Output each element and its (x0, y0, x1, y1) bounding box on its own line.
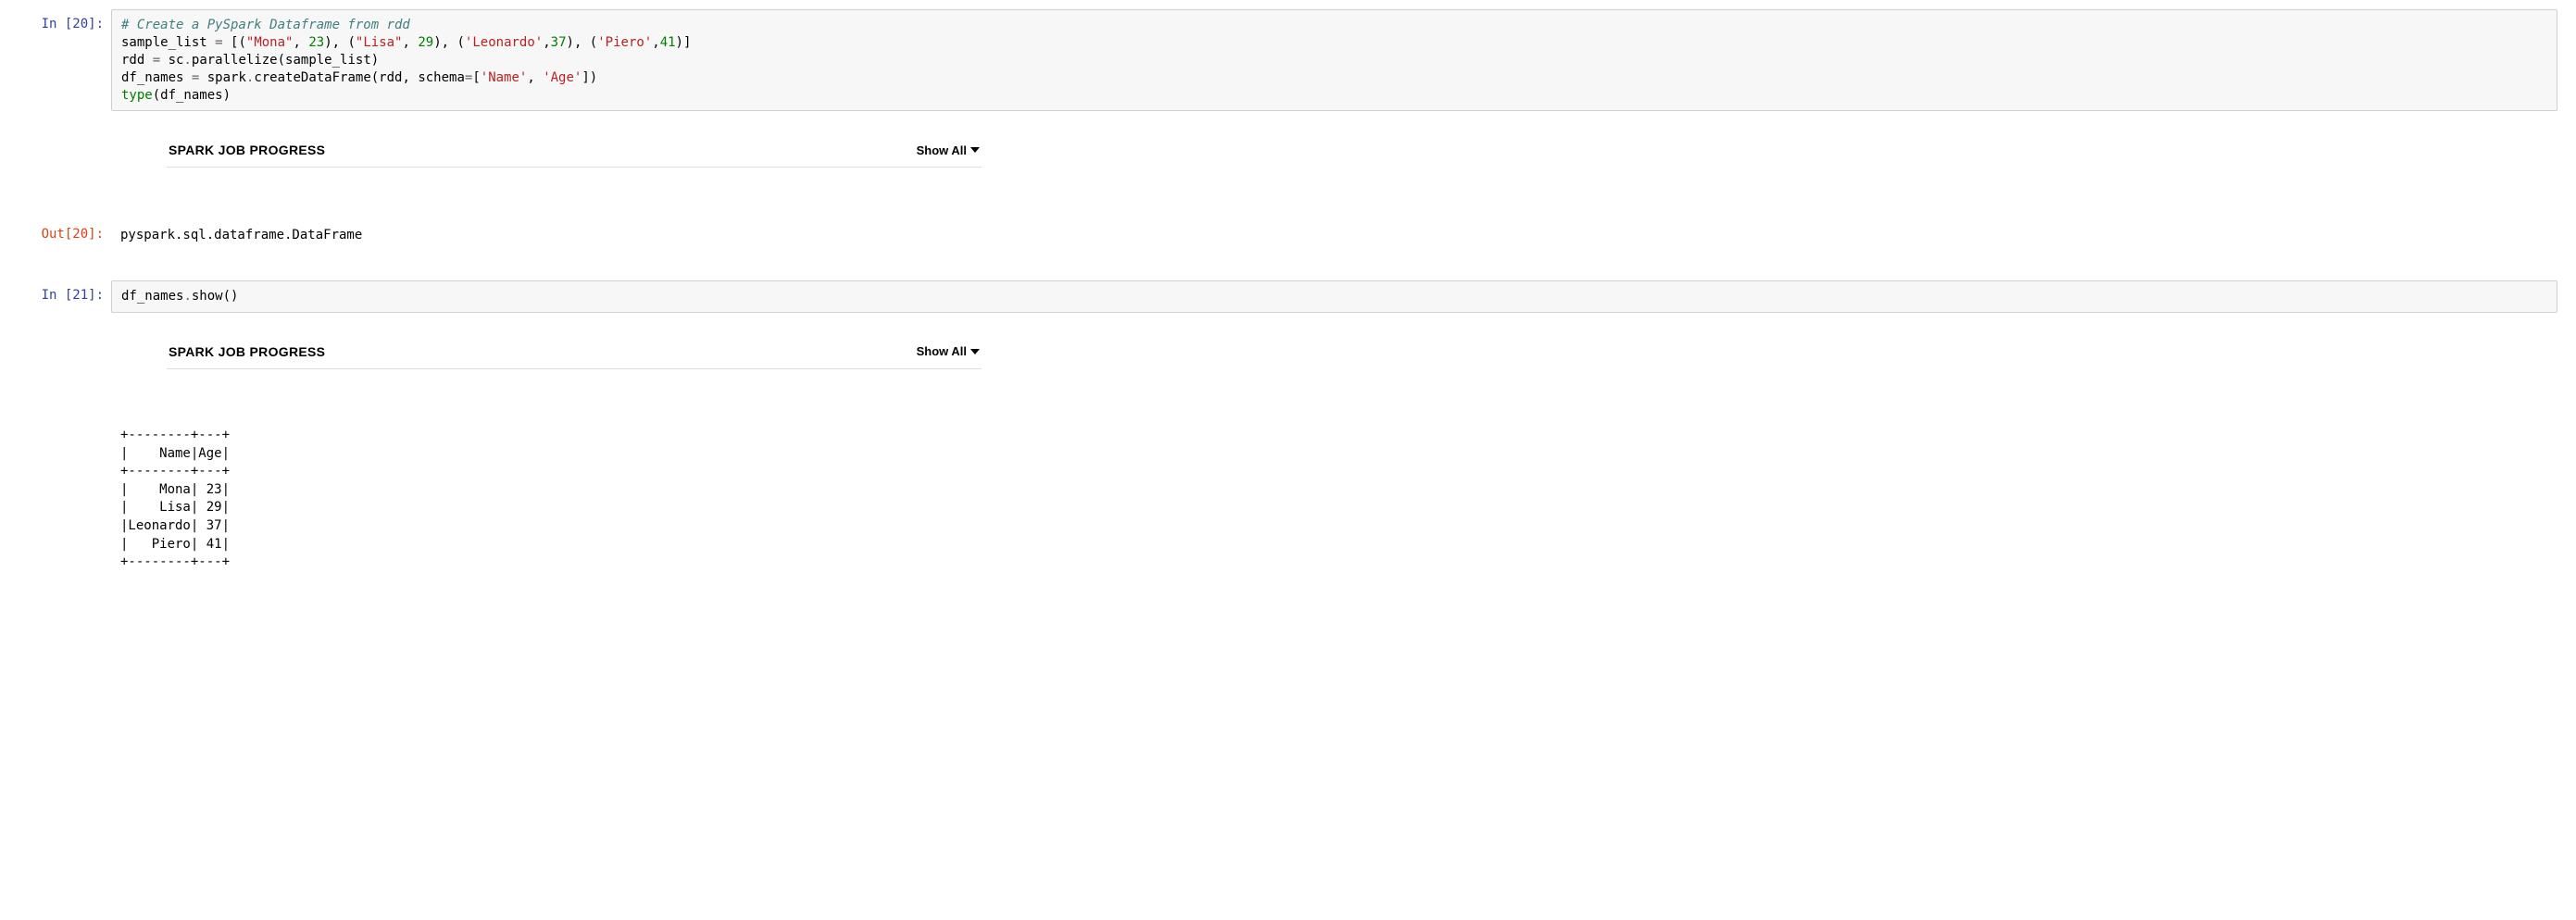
prompt-out-20: Out[20]: (19, 219, 111, 251)
show-all-button[interactable]: Show All (917, 344, 980, 358)
prompt-in-21: In [21]: (19, 280, 111, 313)
show-all-text: Show All (917, 143, 967, 157)
output-text-21: +--------+---+ | Name|Age| +--------+---… (111, 427, 2557, 572)
code-block-21: df_names.show() (121, 288, 2547, 305)
cell-input-21: In [21]: df_names.show() (19, 280, 2557, 313)
cell-progress-21: SPARK JOB PROGRESS Show All (19, 317, 2557, 392)
code-input-area-20[interactable]: # Create a PySpark Dataframe from rdd sa… (111, 9, 2557, 111)
prompt-in-20: In [20]: (19, 9, 111, 111)
cell-output-20: Out[20]: pyspark.sql.dataframe.DataFrame (19, 219, 2557, 251)
spark-progress-20: SPARK JOB PROGRESS Show All (167, 137, 982, 168)
chevron-down-icon (970, 349, 980, 354)
output-area-20b: pyspark.sql.dataframe.DataFrame (111, 219, 2557, 251)
output-area-21b: +--------+---+ | Name|Age| +--------+---… (111, 421, 2557, 578)
code-comment: # Create a PySpark Dataframe from rdd (121, 18, 410, 32)
chevron-down-icon (970, 147, 980, 153)
cell-input-20: In [20]: # Create a PySpark Dataframe fr… (19, 9, 2557, 111)
output-area-21a: SPARK JOB PROGRESS Show All (111, 317, 2557, 392)
spark-progress-label: SPARK JOB PROGRESS (169, 143, 325, 157)
output-text-20: pyspark.sql.dataframe.DataFrame (111, 227, 2557, 245)
prompt-blank (19, 115, 111, 190)
cell-output-21: +--------+---+ | Name|Age| +--------+---… (19, 421, 2557, 578)
code-block-20: # Create a PySpark Dataframe from rdd sa… (121, 17, 2547, 104)
show-all-button[interactable]: Show All (917, 143, 980, 157)
show-all-text: Show All (917, 344, 967, 358)
output-area-20a: SPARK JOB PROGRESS Show All (111, 115, 2557, 190)
spark-progress-21: SPARK JOB PROGRESS Show All (167, 339, 982, 369)
cell-progress-20: SPARK JOB PROGRESS Show All (19, 115, 2557, 190)
prompt-blank (19, 421, 111, 578)
spark-progress-row: SPARK JOB PROGRESS Show All (167, 339, 982, 369)
prompt-blank (19, 317, 111, 392)
spark-progress-label: SPARK JOB PROGRESS (169, 344, 325, 359)
code-input-area-21[interactable]: df_names.show() (111, 280, 2557, 313)
spark-progress-row: SPARK JOB PROGRESS Show All (167, 137, 982, 168)
